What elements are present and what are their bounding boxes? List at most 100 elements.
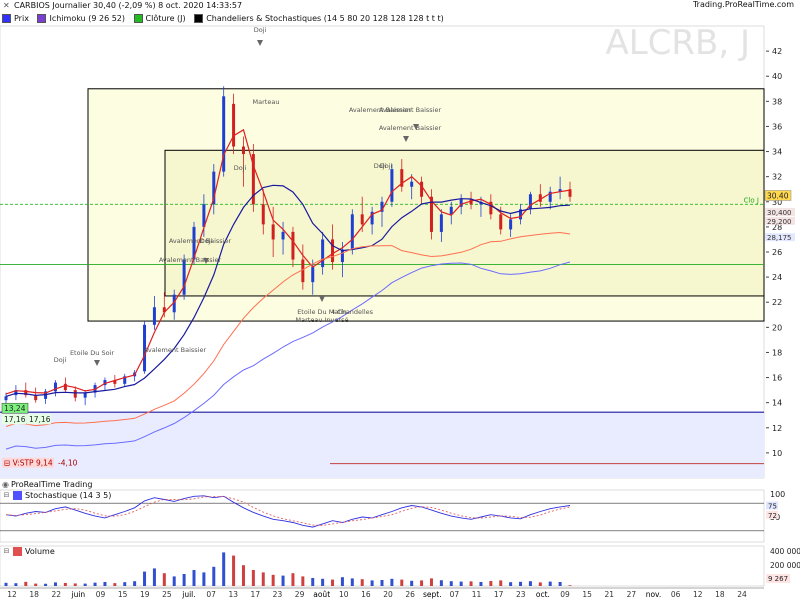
volume-bar[interactable] — [222, 552, 226, 586]
x-tick-label: 07 — [206, 590, 216, 599]
collapse-icon[interactable]: ⊟ — [2, 491, 11, 500]
candle-body[interactable] — [301, 259, 305, 283]
volume-bar[interactable] — [113, 583, 117, 586]
volume-bar[interactable] — [44, 583, 48, 586]
volume-bar[interactable] — [123, 582, 127, 586]
volume-bar[interactable] — [63, 582, 67, 586]
volume-bar[interactable] — [350, 578, 354, 586]
candle-body[interactable] — [281, 231, 285, 240]
candle-body[interactable] — [152, 307, 156, 325]
candle-body[interactable] — [331, 239, 335, 263]
volume-bar[interactable] — [499, 580, 503, 586]
volume-bar[interactable] — [390, 578, 394, 586]
volume-bar[interactable] — [212, 566, 216, 586]
volume-bar[interactable] — [410, 580, 414, 586]
candle-body[interactable] — [360, 214, 364, 225]
volume-bar[interactable] — [34, 583, 38, 586]
volume-bar[interactable] — [370, 580, 374, 586]
volume-bar[interactable] — [429, 578, 433, 586]
price-tick-label: 26 — [772, 248, 782, 257]
volume-bar[interactable] — [538, 582, 542, 586]
candle-body[interactable] — [350, 214, 354, 250]
candle-body[interactable] — [241, 146, 245, 155]
volume-bar[interactable] — [311, 578, 315, 586]
volume-bar[interactable] — [162, 573, 166, 586]
candle-body[interactable] — [53, 382, 57, 392]
candle-body[interactable] — [291, 231, 295, 260]
candle-body[interactable] — [439, 214, 443, 232]
volume-bar[interactable] — [14, 583, 18, 586]
volume-bar[interactable] — [83, 583, 87, 586]
volume-bar[interactable] — [291, 573, 295, 586]
volume-bar[interactable] — [93, 582, 97, 586]
candle-body[interactable] — [182, 259, 186, 295]
volume-bar[interactable] — [360, 579, 364, 586]
volume-bar[interactable] — [439, 580, 443, 586]
x-tick-label: 17 — [494, 590, 504, 599]
volume-bar[interactable] — [73, 583, 77, 586]
volume-bar[interactable] — [53, 582, 57, 586]
volume-bar[interactable] — [182, 574, 186, 586]
volume-bar[interactable] — [489, 581, 493, 586]
volume-bar[interactable] — [548, 581, 552, 586]
candle-body[interactable] — [73, 390, 77, 398]
volume-bar[interactable] — [321, 578, 325, 586]
close-label: Clo J — [744, 196, 759, 204]
volume-bar[interactable] — [232, 555, 236, 586]
stoch-tag: 75 — [768, 503, 777, 511]
volume-bar[interactable] — [152, 568, 156, 586]
volume-bar[interactable] — [469, 581, 473, 586]
volume-bar[interactable] — [202, 572, 206, 586]
candle-body[interactable] — [261, 204, 265, 225]
candle-body[interactable] — [499, 214, 503, 230]
volume-bar[interactable] — [241, 565, 245, 586]
x-tick-label: 29 — [295, 590, 305, 599]
volume-bar[interactable] — [509, 582, 513, 586]
price-tick-label: 40 — [772, 72, 782, 81]
chart-canvas[interactable]: ALCRB, J10121416182022242628303234363840… — [0, 0, 800, 600]
candle-body[interactable] — [321, 239, 325, 268]
volume-bar[interactable] — [420, 580, 424, 586]
volume-bar[interactable] — [133, 581, 137, 586]
volume-bar[interactable] — [568, 585, 572, 586]
price-tick-label: 22 — [772, 298, 782, 307]
volume-bar[interactable] — [519, 581, 523, 586]
volume-bar[interactable] — [192, 570, 196, 586]
candle-body[interactable] — [340, 249, 344, 263]
candle-body[interactable] — [63, 383, 67, 391]
candle-body[interactable] — [410, 181, 414, 187]
volume-bar[interactable] — [528, 581, 532, 586]
candle-body[interactable] — [390, 169, 394, 202]
volume-bar[interactable] — [340, 577, 344, 586]
volume-bar[interactable] — [301, 576, 305, 586]
volume-bar[interactable] — [400, 579, 404, 586]
candle-body[interactable] — [311, 267, 315, 283]
volume-bar[interactable] — [103, 582, 107, 586]
volume-bar[interactable] — [172, 576, 176, 586]
volume-bar[interactable] — [271, 574, 275, 586]
volume-bar[interactable] — [380, 580, 384, 586]
collapse-icon[interactable]: ⊟ — [2, 547, 11, 556]
stop-change: -4,10 — [58, 459, 78, 468]
volume-bar[interactable] — [251, 570, 255, 586]
candle-pattern-annotation: Avalement Baissier — [169, 237, 232, 245]
volume-bar[interactable] — [24, 581, 28, 586]
volume-bar[interactable] — [281, 575, 285, 586]
candle-body[interactable] — [4, 396, 8, 401]
volume-bar[interactable] — [143, 571, 147, 586]
candle-body[interactable] — [271, 224, 275, 240]
volume-bar[interactable] — [4, 582, 8, 586]
candle-body[interactable] — [420, 181, 424, 197]
price-tick-label: 32 — [772, 173, 782, 182]
volume-bar[interactable] — [558, 582, 562, 586]
x-tick-label: 17 — [251, 590, 261, 599]
x-tick-label: 15 — [118, 590, 128, 599]
volume-bar[interactable] — [449, 581, 453, 586]
volume-bar[interactable] — [459, 581, 463, 586]
volume-bar[interactable] — [479, 582, 483, 586]
volume-bar[interactable] — [331, 579, 335, 586]
candle-body[interactable] — [232, 103, 236, 147]
x-tick-label: 20 — [383, 590, 393, 599]
volume-bar[interactable] — [261, 572, 265, 586]
candle-body[interactable] — [509, 219, 513, 230]
